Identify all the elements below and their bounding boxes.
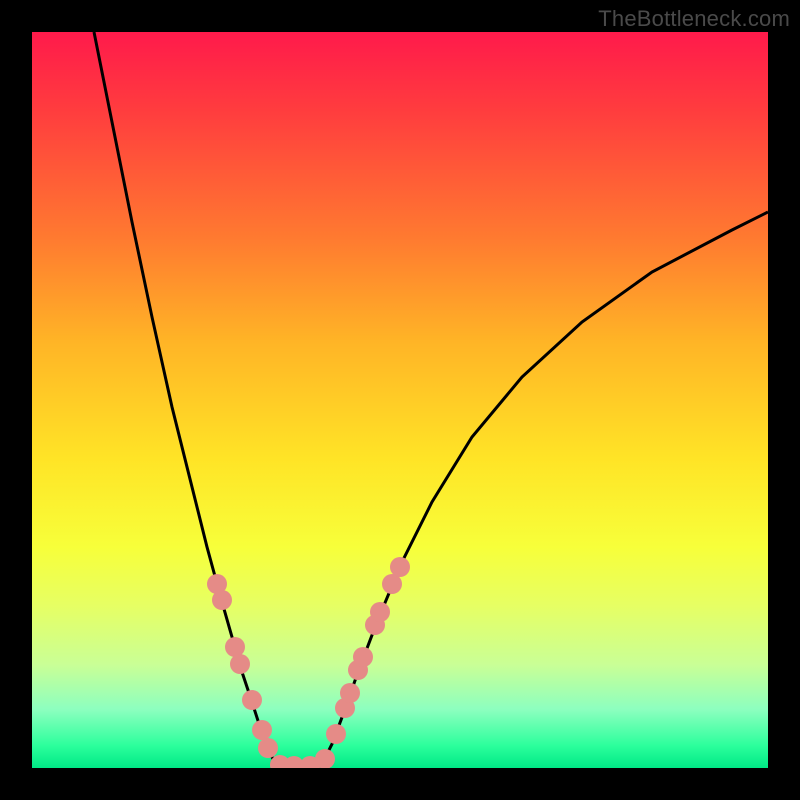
bead-marker (370, 602, 390, 622)
bead-marker (242, 690, 262, 710)
bead-marker (353, 647, 373, 667)
bead-marker (252, 720, 272, 740)
bead-marker (315, 749, 335, 768)
bead-marker (230, 654, 250, 674)
plot-area (32, 32, 768, 768)
chart-frame: TheBottleneck.com (0, 0, 800, 800)
bead-marker (212, 590, 232, 610)
bead-marker (390, 557, 410, 577)
data-beads (207, 557, 410, 768)
bead-marker (382, 574, 402, 594)
bead-marker (340, 683, 360, 703)
bead-marker (225, 637, 245, 657)
watermark-text: TheBottleneck.com (598, 6, 790, 32)
bottleneck-curve (32, 32, 768, 768)
bead-marker (258, 738, 278, 758)
bead-marker (326, 724, 346, 744)
